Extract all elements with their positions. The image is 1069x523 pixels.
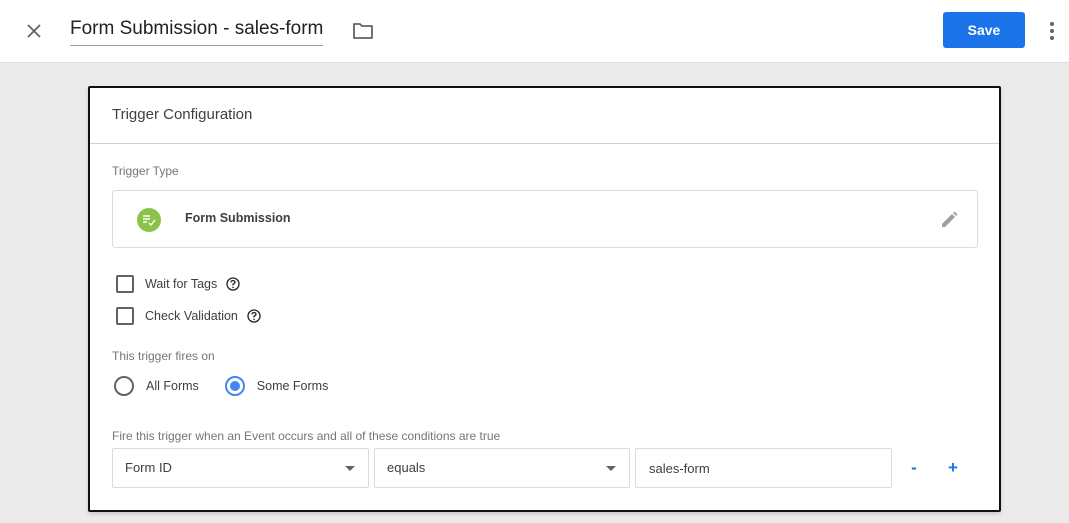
trigger-type-name: Form Submission xyxy=(185,211,291,225)
condition-operator-select[interactable]: equals xyxy=(374,448,630,488)
editor-header: Form Submission - sales-form Save xyxy=(0,0,1069,63)
some-forms-label: Some Forms xyxy=(256,379,329,393)
condition-variable-select[interactable]: Form ID xyxy=(112,448,369,488)
option-check-validation: Check Validation xyxy=(116,306,262,326)
close-button[interactable] xyxy=(20,17,48,45)
check-validation-label: Check Validation xyxy=(145,309,238,323)
dropdown-arrow-icon xyxy=(345,466,355,471)
trigger-type-selector[interactable]: Form Submission xyxy=(112,190,978,248)
remove-condition-button[interactable]: - xyxy=(902,456,926,480)
page-title: Form Submission - sales-form xyxy=(70,18,324,39)
card-title: Trigger Configuration xyxy=(112,106,253,123)
card-divider xyxy=(90,143,999,144)
help-icon[interactable] xyxy=(225,276,241,292)
trigger-configuration-card: Trigger Configuration Trigger Type Form … xyxy=(88,86,1001,512)
wait-for-tags-checkbox[interactable] xyxy=(116,275,134,293)
help-icon[interactable] xyxy=(246,308,262,324)
folder-button[interactable] xyxy=(351,19,375,43)
all-forms-radio[interactable] xyxy=(114,376,134,396)
some-forms-radio[interactable] xyxy=(224,376,245,396)
condition-operator-value: equals xyxy=(387,460,426,475)
more-vert-icon xyxy=(1050,22,1054,40)
add-condition-button[interactable]: + xyxy=(941,456,965,480)
condition-label: Fire this trigger when an Event occurs a… xyxy=(112,429,501,443)
wait-for-tags-label: Wait for Tags xyxy=(145,277,218,291)
all-forms-label: All Forms xyxy=(146,379,199,393)
pencil-icon xyxy=(942,211,958,227)
trigger-type-label: Trigger Type xyxy=(112,164,179,178)
radio-selected-dot xyxy=(229,381,240,391)
more-options-button[interactable] xyxy=(1040,18,1064,44)
fires-on-options: All Forms Some Forms xyxy=(114,375,328,397)
close-icon xyxy=(27,24,41,38)
condition-value-input[interactable] xyxy=(635,448,892,488)
folder-icon xyxy=(353,23,373,39)
save-button[interactable]: Save xyxy=(943,12,1025,48)
condition-variable-value: Form ID xyxy=(125,460,172,475)
fires-on-label: This trigger fires on xyxy=(112,349,215,363)
dropdown-arrow-icon xyxy=(606,466,616,471)
check-validation-checkbox[interactable] xyxy=(116,307,134,325)
option-wait-for-tags: Wait for Tags xyxy=(116,274,241,294)
title-field[interactable]: Form Submission - sales-form xyxy=(70,18,324,46)
form-submission-icon xyxy=(137,208,161,232)
edit-trigger-type-button[interactable] xyxy=(937,208,961,232)
